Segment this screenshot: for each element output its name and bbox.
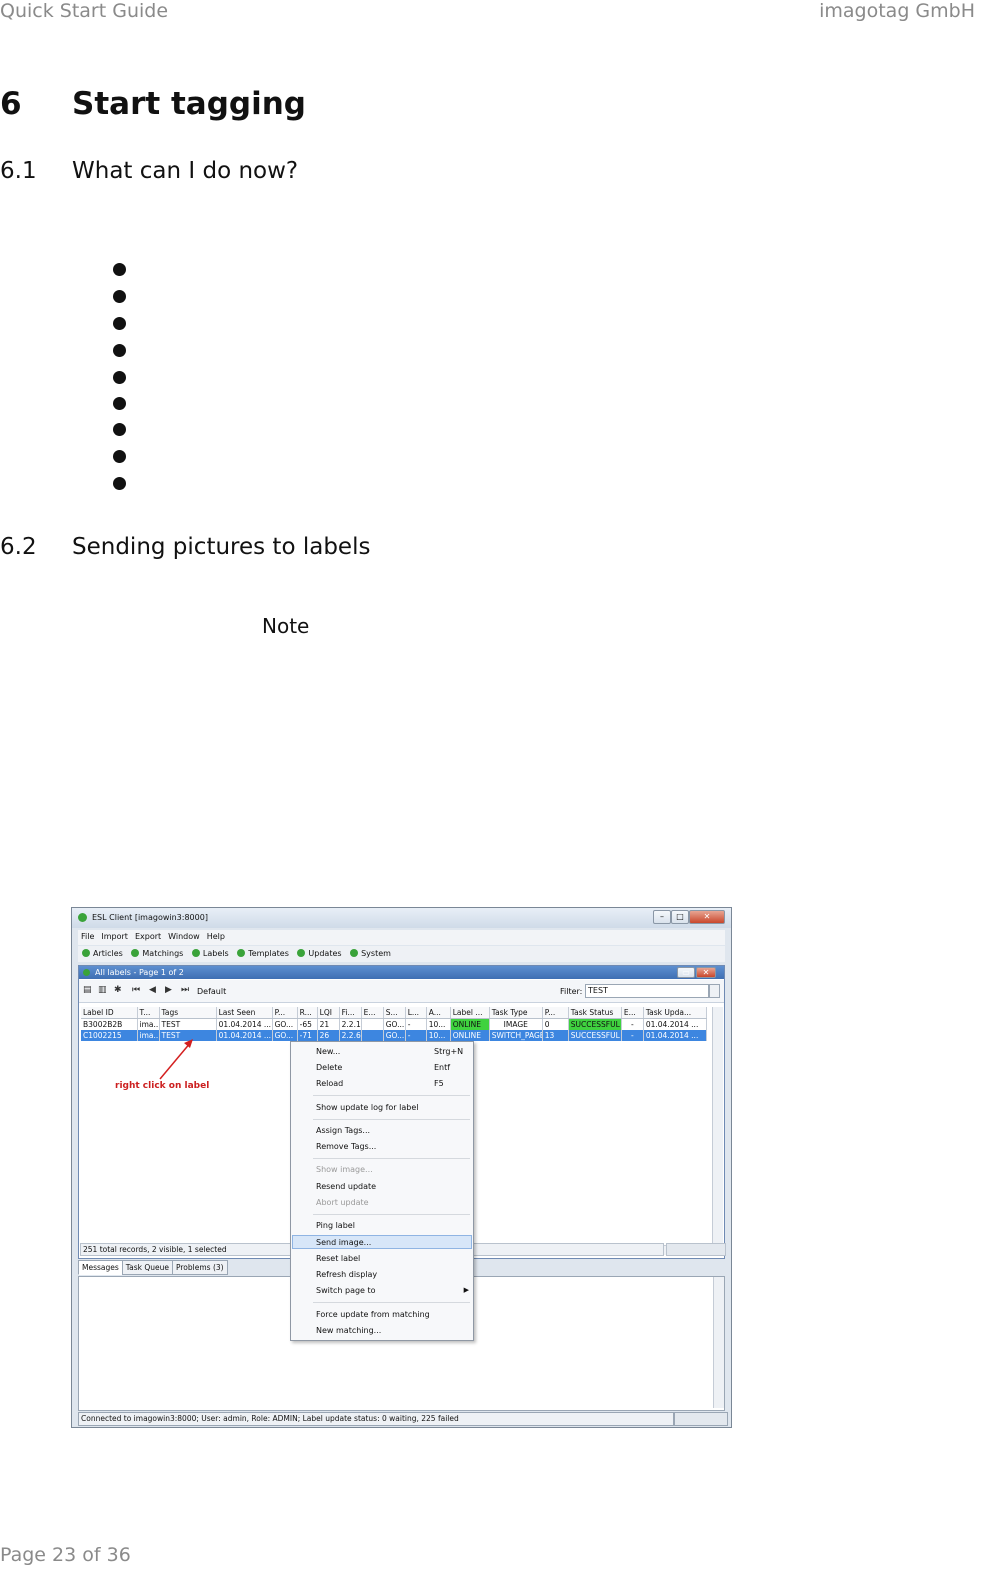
shortcut-new: Strg+N [434,1047,464,1056]
page-number: Page 23 of 36 [0,1544,131,1566]
annotation-arrow-label [159,1041,192,1080]
menu-item-switch-page[interactable]: Switch page to [316,1286,376,1295]
menu-separator [313,1095,470,1096]
context-menu: New... Strg+N Delete Entf Reload F5 Show… [290,1041,474,1341]
menu-item-show-update-log[interactable]: Show update log for label [316,1103,419,1112]
menu-item-reset-label[interactable]: Reset label [316,1254,360,1263]
menu-item-show-image: Show image... [316,1165,373,1174]
menu-separator [313,1158,470,1159]
shortcut-delete: Entf [434,1063,451,1072]
menu-item-new-matching[interactable]: New matching... [316,1326,381,1335]
menu-item-resend-update[interactable]: Resend update [316,1182,376,1191]
menu-item-assign-tags[interactable]: Assign Tags... [316,1126,370,1135]
menu-separator [313,1214,470,1215]
menu-item-ping-label[interactable]: Ping label [316,1221,355,1230]
menu-item-refresh-display[interactable]: Refresh display [316,1270,377,1279]
submenu-arrow-icon: ▶ [463,1286,469,1294]
arrow-head-icon [184,1039,193,1048]
menu-item-send-image[interactable]: Send image... [316,1238,371,1247]
menu-item-abort-update: Abort update [316,1198,369,1207]
menu-item-delete[interactable]: Delete [316,1063,342,1072]
menu-item-reload[interactable]: Reload [316,1079,343,1088]
shortcut-reload: F5 [434,1079,444,1088]
menu-item-remove-tags[interactable]: Remove Tags... [316,1142,376,1151]
menu-item-force-update[interactable]: Force update from matching [316,1310,430,1319]
menu-separator [313,1119,470,1120]
menu-item-new[interactable]: New... [316,1047,340,1056]
menu-separator [313,1302,470,1303]
annotation-arrows [159,1039,431,1267]
